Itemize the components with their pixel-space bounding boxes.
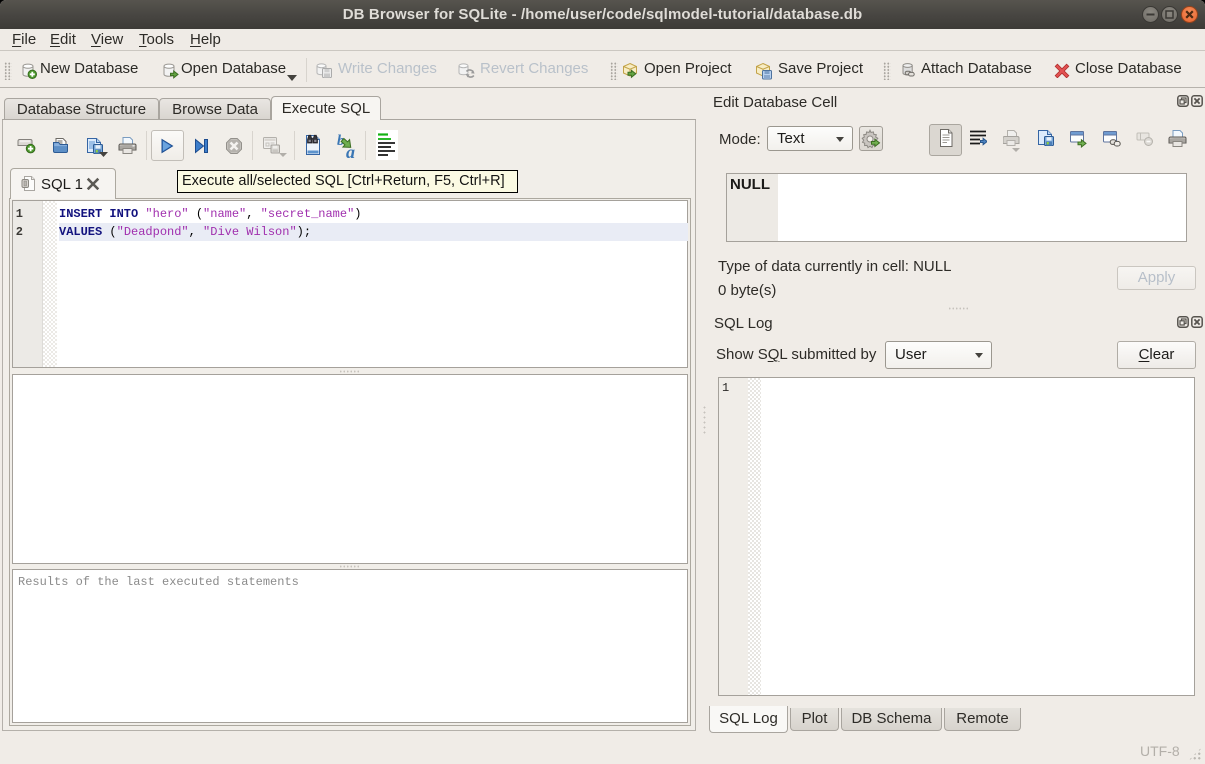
svg-text:a: a: [346, 142, 355, 160]
